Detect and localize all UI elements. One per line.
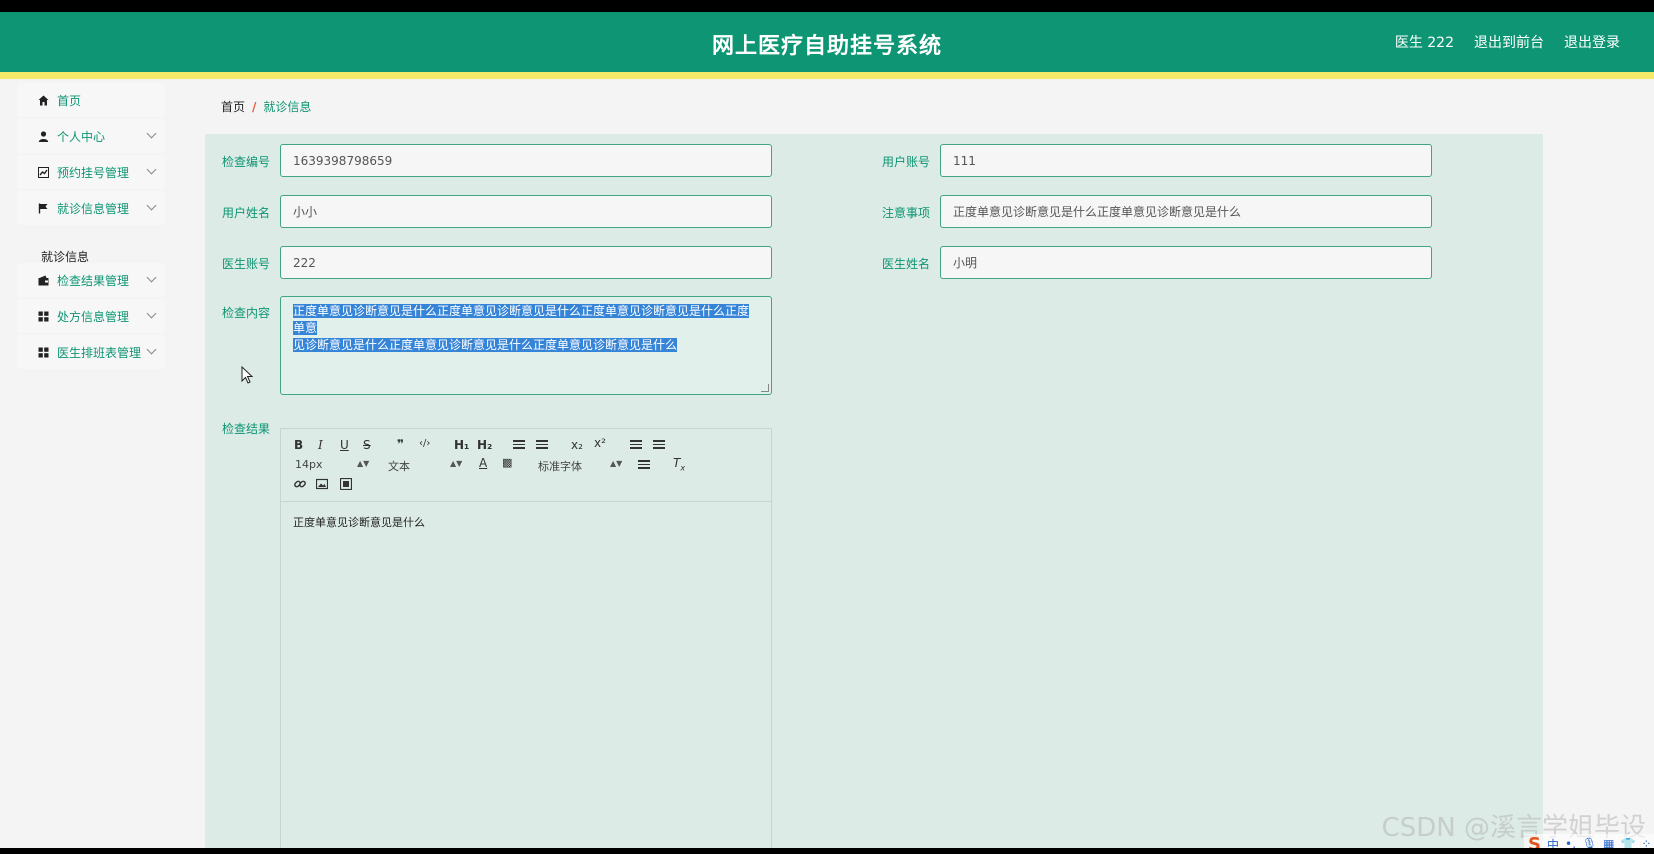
clear-format-icon[interactable]: Tx xyxy=(673,456,685,472)
video-icon[interactable] xyxy=(339,477,353,493)
bottom-black-bar xyxy=(0,848,1654,854)
bullet-list-icon[interactable] xyxy=(536,438,548,454)
sidebar-item-schedule[interactable]: 医生排班表管理 xyxy=(17,335,165,369)
link-icon[interactable] xyxy=(294,478,306,493)
flag-icon xyxy=(37,202,49,214)
selected-line-2: 见诊断意见是什么正度单意见诊断意见是什么正度单意见诊断意见是什么 xyxy=(293,338,678,352)
sidebar-item-personal[interactable]: 个人中心 xyxy=(17,119,165,153)
h1-button[interactable]: H₁ xyxy=(454,438,469,452)
chevron-down-icon xyxy=(146,164,157,175)
sidebar-item-label: 就诊信息管理 xyxy=(57,201,130,216)
mouse-cursor-icon xyxy=(241,366,254,384)
notes-label: 注意事项 xyxy=(881,206,930,220)
select-arrows-icon: ▲▼ xyxy=(610,459,623,468)
user-account-field[interactable]: 111 xyxy=(940,144,1432,177)
header-stripe xyxy=(0,72,1654,79)
blockquote-button[interactable]: ❞ xyxy=(397,437,404,451)
user-name-field[interactable]: 小小 xyxy=(280,195,772,228)
exam-result-label: 检查结果 xyxy=(221,422,270,436)
current-user: 医生 222 xyxy=(1394,35,1454,51)
exam-no-field[interactable]: 1639398798659 xyxy=(280,144,772,177)
user-icon xyxy=(37,130,49,142)
exam-content-label: 检查内容 xyxy=(221,306,270,320)
doctor-name-field[interactable]: 小明 xyxy=(940,246,1432,279)
sidebar-item-label: 首页 xyxy=(57,93,82,108)
logout-link[interactable]: 退出登录 xyxy=(1564,32,1620,52)
top-header: 网上医疗自助挂号系统 医生 222 退出到前台 退出登录 xyxy=(0,12,1654,72)
font-color-icon[interactable]: A xyxy=(479,456,487,470)
font-family-value: 标准字体 xyxy=(538,460,582,473)
chevron-down-icon xyxy=(146,272,157,283)
notes-field[interactable]: 正度单意见诊断意见是什么正度单意见诊断意见是什么 xyxy=(940,195,1432,228)
sidebar-item-appointments[interactable]: 预约挂号管理 xyxy=(17,155,165,189)
grid-icon xyxy=(37,346,49,358)
sidebar-item-label: 预约挂号管理 xyxy=(57,165,130,180)
outdent-icon[interactable] xyxy=(630,438,642,454)
selected-text: 正度单意见诊断意见是什么正度单意见诊断意见是什么正度单意见诊断意见是什么正度单意… xyxy=(293,303,759,354)
strikethrough-button[interactable]: S xyxy=(363,438,371,452)
breadcrumb-separator: / xyxy=(252,100,257,114)
exam-no-label: 检查编号 xyxy=(221,155,270,169)
background-color-icon[interactable]: ▩ xyxy=(502,456,512,469)
editor-toolbar: B I U S ❞ ‹/› H₁ H₂ x₂ x² 14px ▲▼ 文本 ▲▼ A … xyxy=(281,429,771,502)
sidebar-item-label: 处方信息管理 xyxy=(57,309,130,324)
grid-icon xyxy=(37,310,49,322)
image-icon[interactable] xyxy=(315,478,329,493)
select-arrows-icon: ▲▼ xyxy=(450,459,463,468)
user-account-label: 用户账号 xyxy=(881,155,930,169)
select-arrows-icon: ▲▼ xyxy=(357,459,370,468)
sidebar-item-home[interactable]: 首页 xyxy=(17,83,165,117)
breadcrumb-home[interactable]: 首页 xyxy=(221,100,245,114)
chart-icon xyxy=(37,166,49,178)
sidebar-item-prescriptions[interactable]: 处方信息管理 xyxy=(17,299,165,333)
home-icon xyxy=(37,94,49,106)
underline-button[interactable]: U xyxy=(340,438,349,452)
sidebar-item-label: 医生排班表管理 xyxy=(57,345,142,360)
text-type-select[interactable]: 文本 ▲▼ xyxy=(388,458,462,474)
editor-content[interactable]: 正度单意见诊断意见是什么 xyxy=(281,502,771,542)
chevron-down-icon xyxy=(146,200,157,211)
user-name-label: 用户姓名 xyxy=(221,206,270,220)
font-size-select[interactable]: 14px ▲▼ xyxy=(295,458,369,471)
sidebar-item-label: 检查结果管理 xyxy=(57,273,130,288)
resize-handle[interactable] xyxy=(761,384,769,392)
superscript-button[interactable]: x² xyxy=(594,436,606,450)
header-nav: 医生 222 退出到前台 退出登录 xyxy=(1395,32,1620,52)
italic-button[interactable]: I xyxy=(318,438,323,452)
chevron-down-icon xyxy=(146,344,157,355)
font-size-value: 14px xyxy=(295,458,323,471)
breadcrumb-current: 就诊信息 xyxy=(263,100,312,114)
indent-icon[interactable] xyxy=(653,438,665,454)
chevron-down-icon xyxy=(146,308,157,319)
doctor-account-label: 医生账号 xyxy=(221,257,270,271)
bold-button[interactable]: B xyxy=(294,438,303,452)
subscript-button[interactable]: x₂ xyxy=(571,438,583,452)
code-block-button[interactable]: ‹/› xyxy=(419,438,430,449)
chevron-down-icon xyxy=(146,128,157,139)
sidebar-item-visits[interactable]: 就诊信息管理 xyxy=(17,191,165,225)
selected-line-1: 正度单意见诊断意见是什么正度单意见诊断意见是什么正度单意见诊断意见是什么正度单意 xyxy=(293,304,750,335)
exam-content-textarea[interactable]: 正度单意见诊断意见是什么正度单意见诊断意见是什么正度单意见诊断意见是什么正度单意… xyxy=(280,296,772,395)
font-family-select[interactable]: 标准字体 ▲▼ xyxy=(538,458,622,474)
h2-button[interactable]: H₂ xyxy=(477,438,492,452)
rich-text-editor: B I U S ❞ ‹/› H₁ H₂ x₂ x² 14px ▲▼ 文本 ▲▼ A … xyxy=(280,428,772,854)
text-type-value: 文本 xyxy=(388,460,410,473)
breadcrumb: 首页 / 就诊信息 xyxy=(221,98,311,115)
doctor-account-field[interactable]: 222 xyxy=(280,246,772,279)
sidebar-item-label: 个人中心 xyxy=(57,129,106,144)
sidebar: 首页 个人中心 预约挂号管理 就诊信息管理 就诊信息 检查结果管理 处方信息管理… xyxy=(0,79,190,854)
exit-to-front-link[interactable]: 退出到前台 xyxy=(1474,32,1544,52)
wallet-icon xyxy=(37,274,49,286)
sidebar-item-exam-results[interactable]: 检查结果管理 xyxy=(17,263,165,297)
ordered-list-icon[interactable] xyxy=(513,438,525,454)
align-icon[interactable] xyxy=(638,458,650,474)
doctor-name-label: 医生姓名 xyxy=(881,257,930,271)
